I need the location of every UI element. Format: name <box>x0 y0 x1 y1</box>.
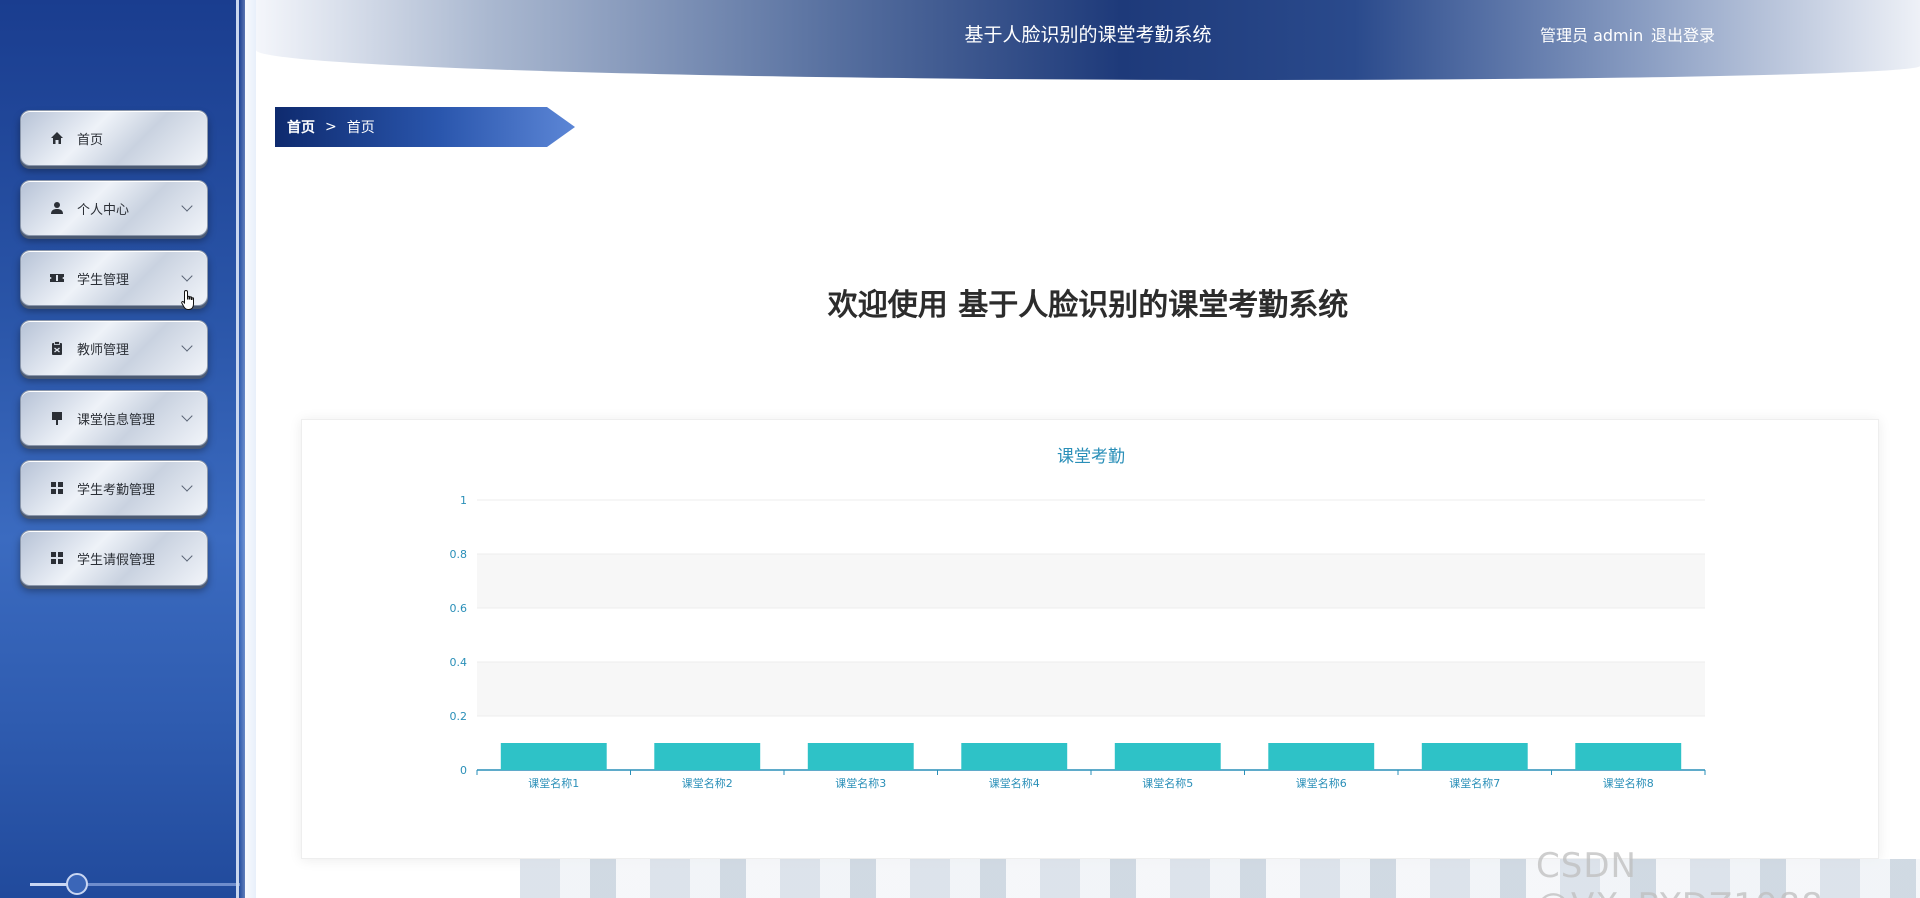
sidebar-item-attendance-management[interactable]: 学生考勤管理 <box>20 460 208 516</box>
x-tick-label: 课堂名称4 <box>989 776 1040 790</box>
grid-band <box>477 608 1705 662</box>
x-tick-label: 课堂名称7 <box>1449 776 1500 790</box>
y-tick-label: 0.2 <box>450 710 468 723</box>
welcome-heading: 欢迎使用 基于人脸识别的课堂考勤系统 <box>827 288 1349 323</box>
grid-icon <box>49 550 65 566</box>
sidebar-item-label: 教师管理 <box>77 342 130 358</box>
bar <box>807 743 914 770</box>
x-tick-label: 课堂名称5 <box>1142 776 1193 790</box>
sidebar-item-label: 学生考勤管理 <box>77 482 156 498</box>
sidebar-item-label: 首页 <box>77 132 104 148</box>
sidebar-item-class-info-management[interactable]: 课堂信息管理 <box>20 390 208 446</box>
bar <box>1268 743 1375 770</box>
chevron-down-icon <box>181 340 193 352</box>
y-tick-label: 0.8 <box>450 548 468 561</box>
sidebar-item-personal-center[interactable]: 个人中心 <box>20 180 208 236</box>
chevron-down-icon <box>181 480 193 492</box>
breadcrumb-home[interactable]: 首页 <box>287 117 315 137</box>
chevron-down-icon <box>181 550 193 562</box>
bar <box>1575 743 1682 770</box>
sidebar-item-teacher-management[interactable]: 教师管理 <box>20 320 208 376</box>
logout-link[interactable]: 退出登录 <box>1651 22 1715 46</box>
sidebar-slider-handle[interactable] <box>66 873 88 895</box>
breadcrumb: 首页 > 首页 <box>275 107 575 147</box>
ticket-icon <box>49 270 65 286</box>
sidebar-item-label: 学生管理 <box>77 272 130 288</box>
top-header: 基于人脸识别的课堂考勤系统 管理员 admin 退出登录 <box>256 0 1920 80</box>
sidebar-item-label: 学生请假管理 <box>77 552 156 568</box>
user-icon <box>49 200 65 216</box>
sidebar-item-leave-management[interactable]: 学生请假管理 <box>20 530 208 586</box>
breadcrumb-current: 首页 <box>346 120 375 136</box>
clipboard-icon <box>49 340 65 356</box>
y-tick-label: 0.6 <box>450 602 468 615</box>
grid-band <box>477 662 1705 716</box>
x-tick-label: 课堂名称1 <box>528 776 579 790</box>
x-tick-label: 课堂名称8 <box>1603 776 1654 790</box>
sidebar-edge <box>236 0 256 898</box>
y-tick-label: 0 <box>460 764 467 777</box>
sidebar-item-label: 课堂信息管理 <box>77 412 156 428</box>
bar <box>961 743 1068 770</box>
x-tick-label: 课堂名称2 <box>682 776 733 790</box>
breadcrumb-separator: > <box>325 119 337 135</box>
sidebar: 首页 个人中心 学生管理 教师管理 课堂信息管理 学生考勤管理 学生请假管理 <box>0 0 245 898</box>
sidebar-menu: 首页 个人中心 学生管理 教师管理 课堂信息管理 学生考勤管理 学生请假管理 <box>20 110 208 600</box>
x-tick-label: 课堂名称3 <box>835 776 886 790</box>
grid-band <box>477 554 1705 608</box>
hand-cursor-icon <box>181 289 194 310</box>
sidebar-item-label: 个人中心 <box>77 202 130 218</box>
chevron-down-icon <box>181 410 193 422</box>
x-tick-label: 课堂名称6 <box>1296 776 1347 790</box>
y-tick-label: 0.4 <box>450 656 468 669</box>
grid-band <box>477 500 1705 554</box>
bar <box>1114 743 1221 770</box>
home-icon <box>49 130 65 146</box>
bar <box>654 743 761 770</box>
sidebar-item-home[interactable]: 首页 <box>20 110 208 166</box>
chevron-down-icon <box>181 200 193 212</box>
y-tick-label: 1 <box>460 494 467 507</box>
chart-card: 课堂考勤 0 0.2 0.4 0.6 0.8 1 课堂名称1 课堂名称2 课堂名称3 课堂名称4 课… <box>301 419 1879 859</box>
pushpin-icon <box>49 410 65 426</box>
bar <box>500 743 607 770</box>
chevron-down-icon <box>181 270 193 282</box>
grid-icon <box>49 480 65 496</box>
watermark: CSDN @VX_BYDZ1988 <box>1536 846 1823 898</box>
current-user: 管理员 admin <box>1540 26 1644 45</box>
bar <box>1421 743 1528 770</box>
attendance-bar-chart: 0 0.2 0.4 0.6 0.8 1 课堂名称1 课堂名称2 课堂名称3 课堂名称4 课堂名称5 课… <box>450 494 1706 790</box>
